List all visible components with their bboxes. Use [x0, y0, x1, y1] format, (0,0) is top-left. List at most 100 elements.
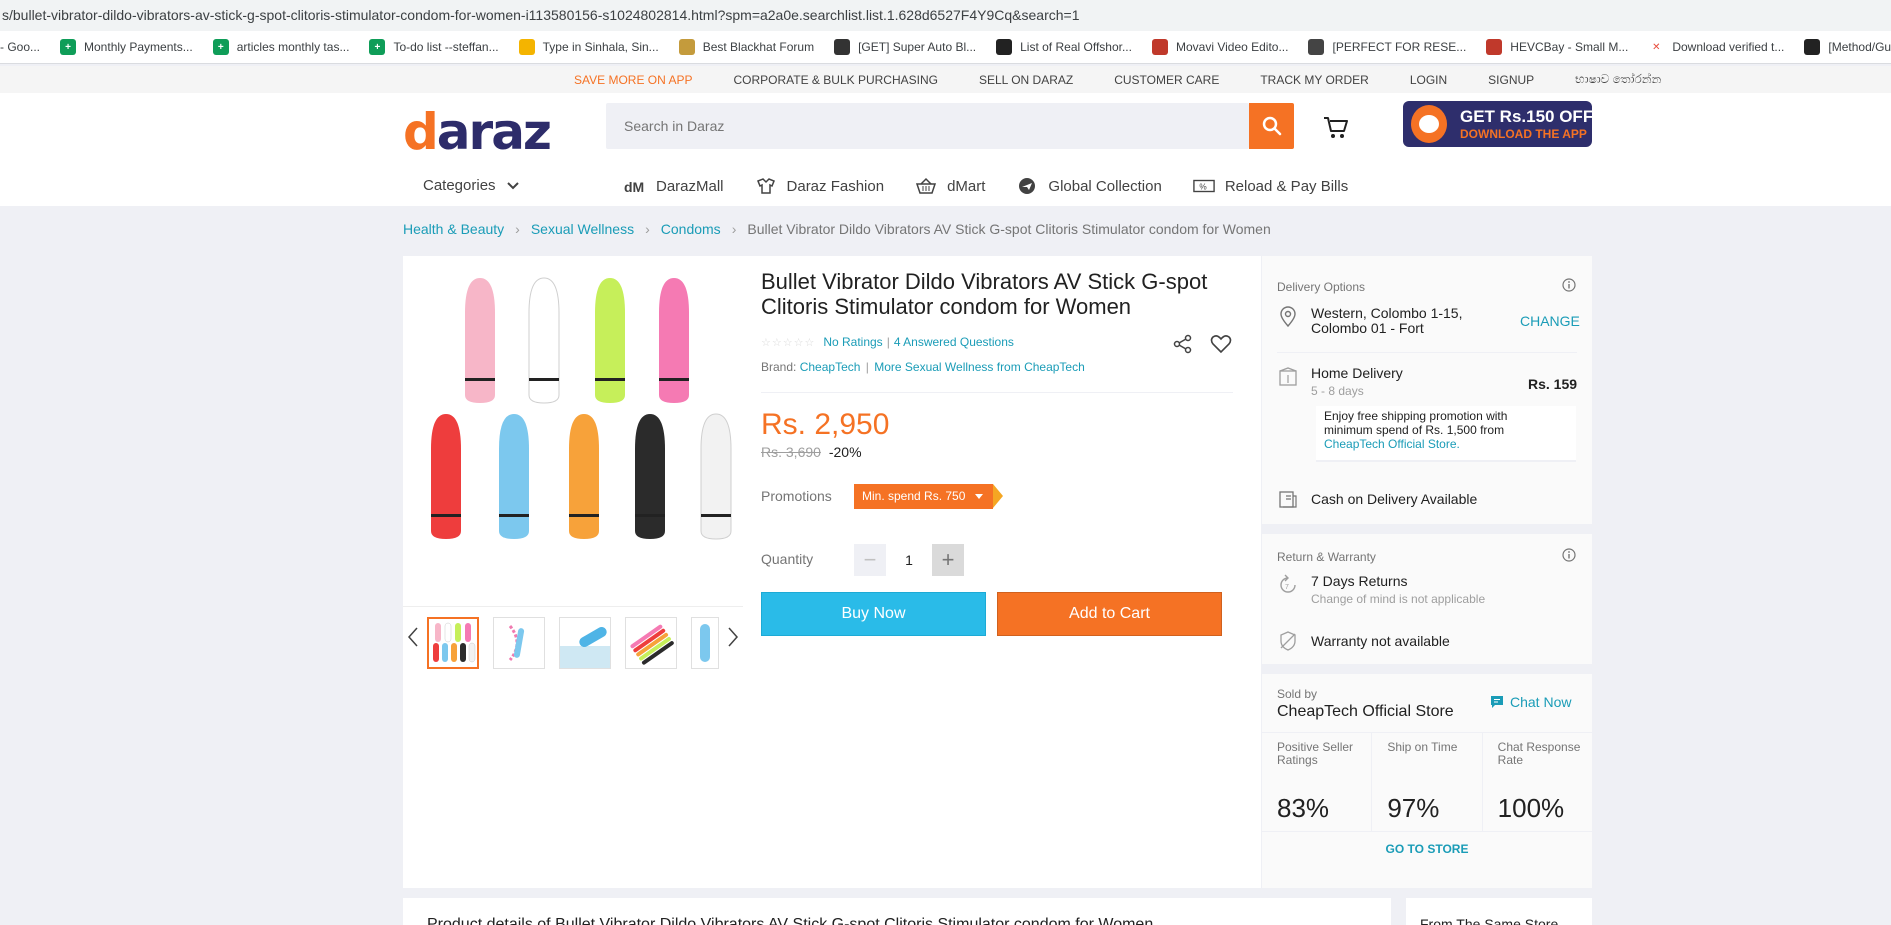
bookmark-item[interactable]: ✕ Download verified t...: [1648, 39, 1784, 55]
download-app-banner[interactable]: GET Rs.150 OFF DOWNLOAD THE APP: [1403, 101, 1592, 147]
bookmark-item[interactable]: Type in Sinhala, Sin...: [518, 39, 659, 55]
customer-care-link[interactable]: CUSTOMER CARE: [1114, 73, 1219, 87]
plane-icon: [1016, 177, 1038, 195]
sell-on-daraz-link[interactable]: SELL ON DARAZ: [979, 73, 1073, 87]
quantity-input[interactable]: [886, 544, 932, 576]
bullet-product-shape: [468, 642, 476, 663]
bookmark-label: Best Blackhat Forum: [702, 40, 815, 54]
wishlist-heart-icon[interactable]: [1210, 334, 1232, 354]
buy-now-button[interactable]: Buy Now: [761, 592, 986, 636]
app-banner-subtitle: DOWNLOAD THE APP: [1460, 127, 1587, 141]
svg-text:dM: dM: [624, 179, 644, 194]
change-location-link[interactable]: CHANGE: [1520, 313, 1580, 329]
bullet-product-shape: [569, 414, 599, 539]
chevron-right-icon[interactable]: [725, 625, 741, 649]
bookmarks-bar: - Goo... + Monthly Payments... + articles mo…: [0, 31, 1891, 64]
ratings-link[interactable]: No Ratings: [823, 335, 882, 349]
cart-icon[interactable]: [1322, 113, 1350, 141]
bookmark-item[interactable]: List of Real Offshor...: [996, 39, 1132, 55]
bh-icon: [996, 39, 1013, 55]
seller-metrics: Positive Seller Ratings 83% Ship on Time…: [1262, 732, 1592, 832]
thumbnail-2[interactable]: [493, 617, 545, 669]
bookmark-item[interactable]: [GET] Super Auto Bl...: [834, 39, 976, 55]
home-delivery-label: Home Delivery: [1311, 365, 1403, 381]
quantity-decrease-button[interactable]: −: [854, 544, 886, 576]
nav-daraz-fashion[interactable]: Daraz Fashion: [755, 177, 884, 195]
bookmark-label: [Method/Guide] Bla...: [1828, 40, 1891, 54]
metric-value: 100%: [1497, 793, 1565, 823]
promotion-tag[interactable]: Min. spend Rs. 750: [854, 484, 1004, 509]
quantity-increase-button[interactable]: +: [932, 544, 964, 576]
same-store-title: From The Same Store: [1420, 916, 1559, 925]
bookmark-item[interactable]: - Goo...: [0, 39, 40, 55]
bullet-product-shape: [465, 278, 495, 403]
location-line-2: Colombo 01 - Fort: [1311, 320, 1424, 336]
sheets-icon: +: [60, 39, 77, 55]
bullet-product-shape: [460, 643, 466, 662]
corporate-bulk-link[interactable]: CORPORATE & BULK PURCHASING: [733, 73, 937, 87]
go-to-store-link[interactable]: GO TO STORE: [1262, 842, 1592, 856]
promotion-tag-text: Min. spend Rs. 750: [862, 489, 966, 503]
free-shipping-promo: Enjoy free shipping promotion with minim…: [1316, 406, 1576, 462]
promo-store-link[interactable]: CheapTech Official Store.: [1324, 437, 1568, 451]
track-order-link[interactable]: TRACK MY ORDER: [1260, 73, 1368, 87]
nav-label: Reload & Pay Bills: [1224, 177, 1349, 195]
address-bar[interactable]: s/bullet-vibrator-dildo-vibrators-av-sti…: [0, 0, 1891, 31]
site-icon: [1308, 39, 1325, 55]
bookmark-item[interactable]: + Monthly Payments...: [60, 39, 193, 55]
bookmark-item[interactable]: Best Blackhat Forum: [678, 39, 815, 55]
returns-note: Change of mind is not applicable: [1311, 592, 1486, 606]
product-main-image[interactable]: [413, 266, 743, 596]
bookmark-item[interactable]: HEVCBay - Small M...: [1486, 39, 1628, 55]
thumbnail-3[interactable]: [559, 617, 611, 669]
signup-link[interactable]: SIGNUP: [1488, 73, 1534, 87]
add-to-cart-button[interactable]: Add to Cart: [997, 592, 1222, 636]
section-divider: [1262, 524, 1592, 534]
bullet-product-shape: [435, 623, 441, 642]
seller-name[interactable]: CheapTech Official Store: [1277, 703, 1454, 721]
categories-menu[interactable]: Categories: [423, 177, 520, 194]
save-more-on-app-link[interactable]: SAVE MORE ON APP: [574, 73, 692, 87]
thumbnail-4[interactable]: [625, 617, 677, 669]
bullet-product-shape: [451, 643, 457, 662]
bookmark-item[interactable]: [Method/Guide] Bla...: [1804, 39, 1891, 55]
breadcrumb-health-beauty[interactable]: Health & Beauty: [403, 221, 504, 237]
more-from-brand-link[interactable]: More Sexual Wellness from CheapTech: [874, 360, 1085, 374]
nav-dmart[interactable]: dMart: [915, 177, 985, 195]
sheets-icon: +: [369, 39, 386, 55]
movavi-icon: [1151, 39, 1168, 55]
brand-label: Brand:: [761, 360, 797, 374]
breadcrumb-current: Bullet Vibrator Dildo Vibrators AV Stick…: [747, 221, 1271, 237]
search-box: [606, 103, 1249, 149]
questions-link[interactable]: 4 Answered Questions: [894, 335, 1014, 349]
nav-darazmall[interactable]: dM DarazMall: [624, 177, 724, 195]
metric-value: 97%: [1387, 793, 1440, 823]
bh-icon: [1804, 39, 1821, 55]
chevron-left-icon[interactable]: [405, 625, 421, 649]
search-button[interactable]: [1249, 103, 1294, 149]
thumbnail-1[interactable]: [427, 617, 479, 669]
bookmark-item[interactable]: Movavi Video Edito...: [1151, 39, 1288, 55]
bookmark-item[interactable]: [PERFECT FOR RESE...: [1308, 39, 1466, 55]
bookmark-item[interactable]: + articles monthly tas...: [212, 39, 349, 55]
bookmark-item[interactable]: + To-do list --steffan...: [369, 39, 499, 55]
breadcrumb-condoms[interactable]: Condoms: [661, 221, 721, 237]
product-price: Rs. 2,950: [761, 408, 890, 441]
login-link[interactable]: LOGIN: [1410, 73, 1447, 87]
chat-now-button[interactable]: Chat Now: [1490, 694, 1571, 710]
brand-link[interactable]: CheapTech: [800, 360, 861, 374]
breadcrumb-sexual-wellness[interactable]: Sexual Wellness: [531, 221, 634, 237]
info-icon[interactable]: [1562, 278, 1576, 292]
nav-global-collection[interactable]: Global Collection: [1016, 177, 1162, 195]
info-icon[interactable]: [1562, 548, 1576, 562]
svg-text:7: 7: [1285, 584, 1289, 591]
thumbnail-5[interactable]: [691, 617, 719, 669]
share-icon[interactable]: [1173, 334, 1193, 354]
daraz-logo[interactable]: daraz: [403, 103, 552, 161]
language-select[interactable]: භාෂාව තෝරන්න: [1575, 72, 1661, 87]
bullet-product-shape: [659, 278, 689, 403]
hevc-icon: [1486, 39, 1503, 55]
nav-reload-pay-bills[interactable]: % Reload & Pay Bills: [1193, 177, 1348, 195]
search-input[interactable]: [606, 103, 1249, 149]
app-banner-title: GET Rs.150 OFF: [1460, 107, 1592, 126]
